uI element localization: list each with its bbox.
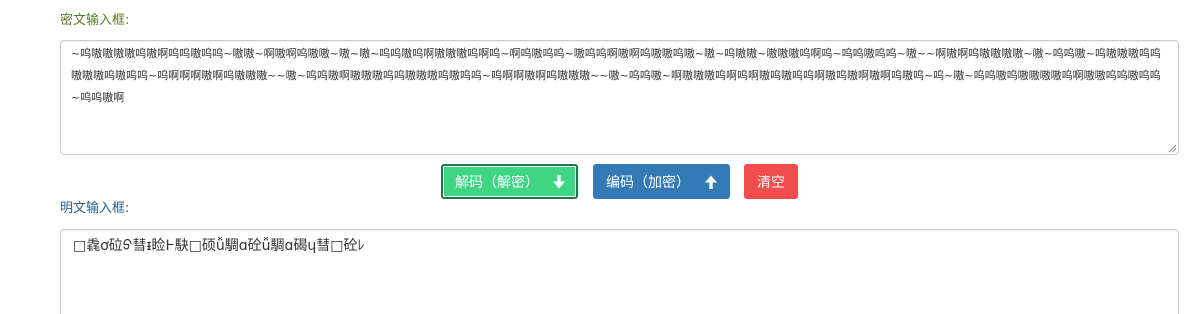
encode-button[interactable]: 编码（加密） [593, 164, 730, 199]
clear-button[interactable]: 清空 [744, 164, 798, 199]
resize-grip-icon[interactable] [1167, 143, 1177, 153]
cipher-textarea[interactable]: ~呜嗷嗷嗷嗷呜嗷啊呜呜嗷呜呜~嗷嗷~啊嗷啊呜嗷嗷~嗷~嗷~呜呜嗷呜啊嗷嗷嗷呜啊呜… [60, 40, 1179, 155]
decode-button[interactable]: 解码（解密） [441, 164, 578, 199]
arrow-up-icon [705, 175, 717, 189]
arrow-down-icon [553, 174, 565, 188]
plain-label: 明文输入框: [60, 201, 130, 216]
decode-button-label: 解码（解密） [455, 174, 539, 191]
encode-button-label: 编码（加密） [606, 174, 690, 191]
clear-button-label: 清空 [757, 174, 785, 191]
plain-textarea[interactable]: □毳ơ砬ᢒ彗ᵻ睑Ⱶ駃□硕ǚ騆ɑ砼ǚ騆ɑ碣ɥ彗□砼ﾚ [60, 229, 1179, 314]
cipher-label: 密文输入框: [60, 13, 130, 28]
page: 密文输入框: ~呜嗷嗷嗷嗷呜嗷啊呜呜嗷呜呜~嗷嗷~啊嗷啊呜嗷嗷~嗷~嗷~呜呜嗷呜… [0, 0, 1189, 314]
